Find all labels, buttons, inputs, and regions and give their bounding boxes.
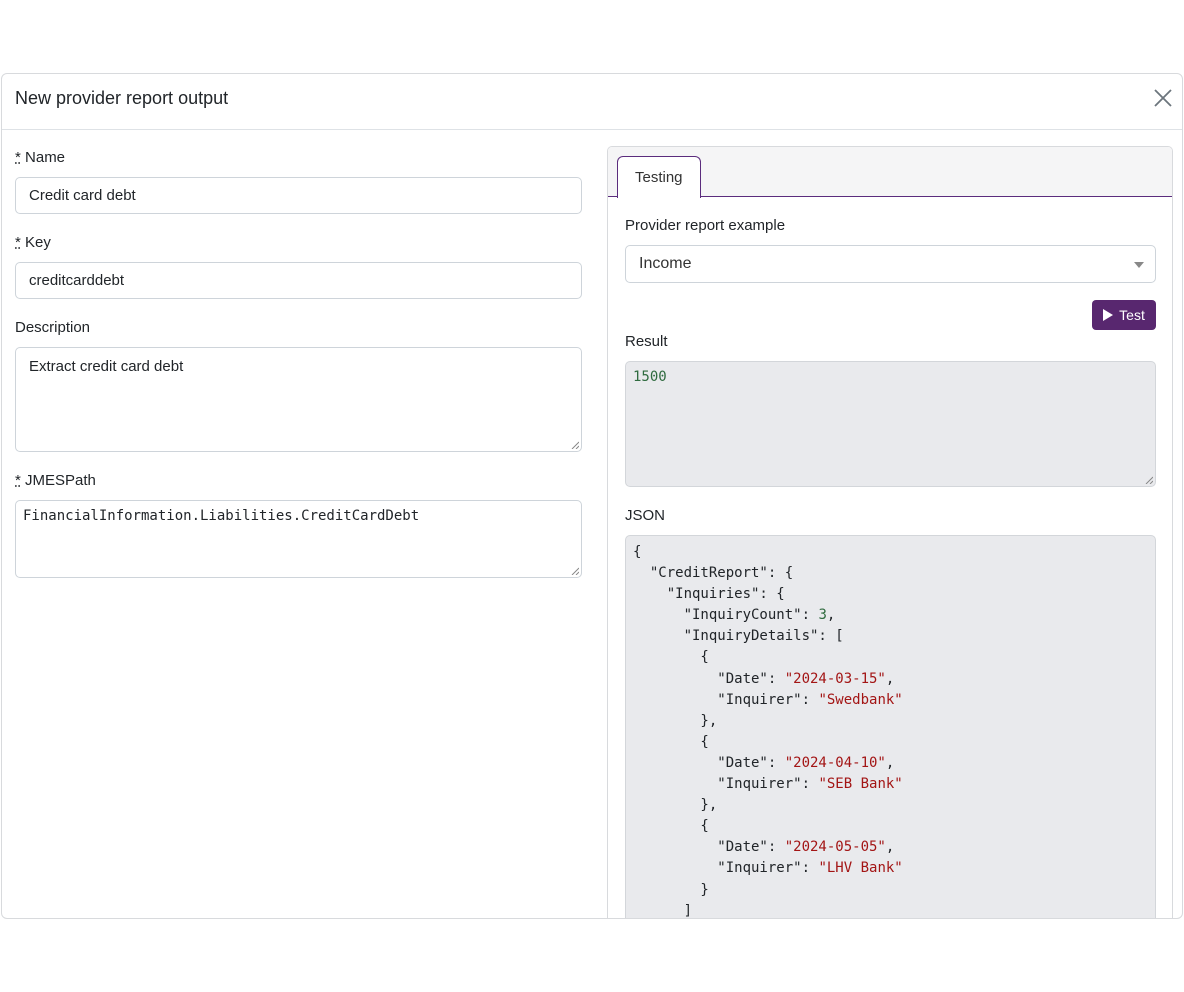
json-line: ]	[633, 902, 693, 919]
json-line: }	[633, 881, 709, 898]
description-textarea[interactable]: Extract credit card debt	[15, 347, 582, 452]
modal-dialog: New provider report output * Name Credit…	[1, 73, 1183, 919]
close-icon	[1154, 89, 1172, 107]
json-line: "Date": "2024-04-10",	[633, 754, 895, 771]
json-line: "InquiryDetails": [	[633, 628, 844, 645]
result-label: Result	[625, 333, 668, 350]
required-mark: *	[15, 149, 21, 166]
json-label: JSON	[625, 507, 666, 524]
modal-title: New provider report output	[15, 88, 229, 108]
resize-handle-icon[interactable]	[571, 441, 579, 449]
required-mark: *	[15, 472, 21, 489]
json-line: {	[633, 544, 642, 560]
test-button[interactable]: Test	[1092, 300, 1156, 330]
description-label: Description	[15, 319, 91, 336]
json-line: {	[633, 649, 709, 666]
json-line: "CreditReport": {	[633, 565, 794, 582]
json-line: },	[633, 712, 718, 729]
jmespath-textarea[interactable]: FinancialInformation.Liabilities.CreditC…	[15, 500, 582, 578]
json-line: "Inquirer": "LHV Bank"	[633, 860, 903, 877]
json-line: {	[633, 733, 709, 750]
provider-report-example-select[interactable]: Income	[625, 245, 1156, 283]
resize-handle-icon[interactable]	[571, 567, 579, 575]
json-line: "Inquirer": "SEB Bank"	[633, 776, 903, 793]
tab-testing[interactable]: Testing	[617, 156, 701, 198]
json-textarea[interactable]: { "CreditReport": { "Inquiries": { "Inqu…	[625, 535, 1156, 919]
key-label: * Key	[15, 234, 51, 251]
json-line: "InquiryCount": 3,	[633, 607, 836, 624]
modal-header: New provider report output	[2, 74, 1182, 130]
json-line: "Inquiries": {	[633, 586, 785, 603]
close-button[interactable]	[1152, 87, 1174, 109]
tab-bar: Testing	[608, 147, 1172, 198]
json-line: "Date": "2024-05-05",	[633, 839, 895, 856]
name-label: * Name	[15, 149, 66, 166]
key-input[interactable]: creditcarddebt	[15, 262, 582, 299]
resize-handle-icon[interactable]	[1145, 476, 1153, 484]
name-input[interactable]: Credit card debt	[15, 177, 582, 214]
json-line: "Date": "2024-03-15",	[633, 670, 895, 687]
testing-panel: Testing Provider report example Income T…	[607, 146, 1173, 919]
json-line: "Inquirer": "Swedbank"	[633, 691, 903, 708]
result-textarea[interactable]: 1500	[625, 361, 1156, 487]
json-line: {	[633, 818, 709, 835]
jmespath-label: * JMESPath	[15, 472, 96, 489]
chevron-down-icon	[1134, 262, 1144, 268]
json-line: },	[633, 797, 718, 814]
required-mark: *	[15, 234, 21, 251]
play-icon	[1103, 309, 1114, 321]
provider-report-example-label: Provider report example	[625, 217, 786, 234]
